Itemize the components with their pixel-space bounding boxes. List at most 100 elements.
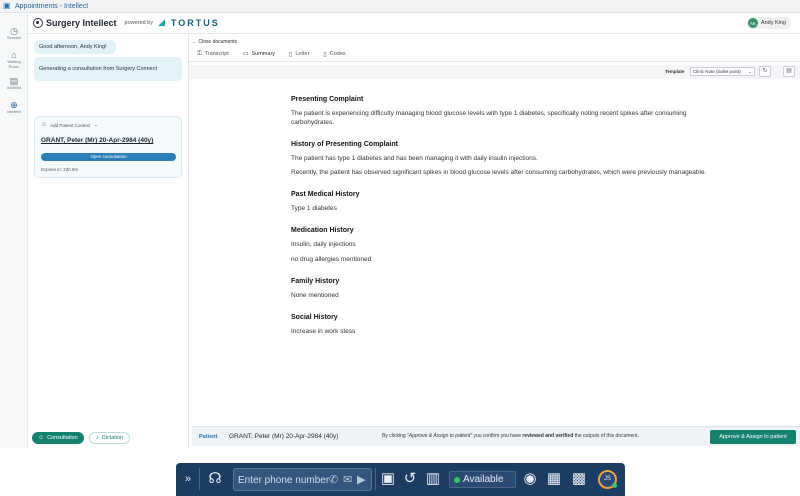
notice-text: By clicking (382, 433, 408, 439)
clipboard-icon: ▤ (786, 68, 792, 74)
section-text: None mentioned (291, 292, 339, 299)
section-text: The patient has type 1 diabetes and has … (291, 155, 538, 162)
code-icon: ▯ (323, 51, 327, 58)
section-text: Recently, the patient has observed signi… (291, 169, 707, 176)
greeting-bubble: Good afternoon, Andy King! (34, 40, 116, 54)
approve-assign-button[interactable]: Approve & Assign to patient (710, 430, 796, 444)
chat-panel: Good afternoon, Andy King! Generating a … (28, 34, 189, 448)
user-circle-icon[interactable]: ◉ (521, 470, 539, 488)
section-heading: Presenting Complaint (291, 96, 364, 103)
template-value: Clinic Note (bullet point) (693, 69, 741, 74)
microphone-icon: ♪ (95, 435, 99, 441)
patient-value: GRANT, Peter (Mr) 20-Apr-2984 (40y) (229, 433, 339, 440)
section-text: Increase in work stess (291, 328, 356, 335)
left-rail: ◷ Session ⌂ Waiting Room ▤ Worklist ⊕ In… (0, 14, 28, 448)
user-menu[interactable]: AK Andy King (746, 17, 791, 29)
notice-quote: "Approve & Assign to patient" (407, 433, 473, 439)
phone-number-input[interactable] (238, 473, 330, 487)
section-text: no drug allergies mentioned (291, 256, 372, 263)
summary-document: Presenting Complaint The patient is expe… (291, 96, 711, 350)
rail-item-session[interactable]: ◷ Session (0, 26, 28, 41)
calendar-clock-icon[interactable]: ▦ (545, 470, 563, 488)
section-social-history: Social History Increase in work stess (291, 314, 711, 336)
window-titlebar: ▣ Appointments - Intellect (0, 0, 800, 13)
section-heading: History of Presenting Complaint (291, 141, 398, 148)
app-header: Surgery Intellect powered by ◢ TORTUS AK… (0, 13, 800, 34)
refresh-icon: ↻ (762, 68, 768, 74)
rail-item-label: Waiting Room (7, 59, 21, 69)
main-panel: ← Close documents ⚿ Transcript ▭ Summary… (189, 34, 800, 448)
status-dot (454, 477, 460, 483)
presence-dot (612, 483, 617, 488)
window-title: Appointments - Intellect (15, 2, 89, 10)
patient-bar: Patient GRANT, Peter (Mr) 20-Apr-2984 (4… (192, 426, 800, 446)
patient-card: ☺ Add Patient Context ⌄ GRANT, Peter (Mr… (34, 116, 182, 178)
patient-label: Patient (199, 434, 218, 440)
contact-card-icon[interactable]: ▣ (379, 470, 397, 488)
section-heading: Social History (291, 314, 338, 321)
chevron-down-icon: ⌄ (94, 122, 98, 127)
close-documents-label: Close documents (198, 39, 238, 45)
consultation-button[interactable]: ☺ Consultation (32, 432, 84, 444)
patient-name[interactable]: GRANT, Peter (Mr) 20-Apr-2984 (40y) (41, 137, 153, 144)
rail-item-worklist[interactable]: ▤ Worklist (0, 76, 28, 91)
panel-icon[interactable]: ▥ (424, 470, 442, 488)
section-history-presenting-complaint: History of Presenting Complaint The pati… (291, 141, 711, 177)
agent-avatar[interactable]: JS (598, 470, 617, 489)
notice-text: the outputs of this document. (573, 433, 639, 439)
tortus-logo-icon: ◢ (157, 17, 165, 27)
tab-label: Transcript (204, 51, 229, 57)
tab-label: Summary (251, 50, 276, 57)
grid-icon[interactable]: ▩ (569, 470, 589, 488)
template-label: Template (665, 69, 685, 74)
tab-divider (189, 61, 800, 62)
copy-button[interactable]: ▤ (783, 66, 795, 77)
consultation-label: Consultation (47, 435, 78, 441)
chevron-down-icon: ⌄ (748, 69, 752, 74)
mail-icon[interactable]: ✉ (343, 473, 352, 486)
expiry-text: Expires in: 22h 8m (41, 167, 79, 172)
letter-icon: ▯ (289, 51, 293, 58)
template-select[interactable]: Clinic Note (bullet point) ⌄ (690, 67, 755, 76)
section-text: Insulin, daily injections (291, 241, 356, 248)
template-toolbar: Template Clinic Note (bullet point) ⌄ ↻ … (189, 65, 800, 79)
phone-toolbar: » ☊ ✆ ✉ ▶ ▣ ↺ ▥ Available ◉ ▦ ▩ JS (176, 463, 625, 496)
person-icon: ☺ (38, 435, 45, 441)
video-icon[interactable]: ▶ (357, 473, 365, 486)
history-icon[interactable]: ↺ (401, 470, 419, 488)
section-text: The patient is experiencing difficulty m… (291, 110, 687, 126)
section-text: Type 1 diabetes (291, 205, 337, 212)
open-consultation-button[interactable]: Open consultation (41, 153, 176, 161)
availability-status[interactable]: Available (449, 471, 516, 488)
chat-footer: ☺ Consultation ♪ Dictation (28, 428, 189, 448)
partner-name: TORTUS (170, 17, 220, 28)
arrow-left-icon: ← (192, 39, 197, 45)
rail-item-intellect[interactable]: ⊕ Intellect (0, 100, 28, 115)
approval-notice: By clicking "Approve & Assign to patient… (382, 433, 639, 439)
regenerate-button[interactable]: ↻ (759, 66, 771, 77)
section-past-medical-history: Past Medical History Type 1 diabetes (291, 191, 711, 213)
status-bubble: Generating a consultation from Surgery C… (34, 57, 182, 81)
person-icon: ☺ (41, 122, 48, 128)
avatar-initials: JS (603, 476, 611, 482)
close-documents-link[interactable]: ← Close documents (192, 39, 237, 45)
phone-icon[interactable]: ✆ (329, 473, 338, 486)
rail-item-waiting-room[interactable]: ⌂ Waiting Room (0, 50, 28, 69)
section-presenting-complaint: Presenting Complaint The patient is expe… (291, 96, 711, 127)
dictation-button[interactable]: ♪ Dictation (88, 432, 131, 444)
section-medication-history: Medication History Insulin, daily inject… (291, 227, 711, 264)
notice-emphasis: reviewed and verified (522, 433, 574, 439)
powered-by-label: powered by (124, 19, 153, 26)
status-text: Available (463, 474, 504, 485)
toolbar-divider (199, 468, 200, 490)
chevron-right-double-icon[interactable]: » (181, 470, 195, 488)
add-patient-context[interactable]: ☺ Add Patient Context ⌄ (41, 122, 98, 128)
notice-text: you confirm you have (472, 433, 523, 439)
user-name: Andy King (760, 20, 786, 26)
calendar-icon: ▣ (3, 1, 11, 10)
tab-label: Codes (329, 51, 346, 57)
headset-icon[interactable]: ☊ (206, 470, 224, 488)
section-heading: Medication History (291, 227, 354, 234)
rail-item-label: Session (6, 35, 22, 40)
brand: Surgery Intellect powered by ◢ TORTUS (33, 17, 220, 28)
